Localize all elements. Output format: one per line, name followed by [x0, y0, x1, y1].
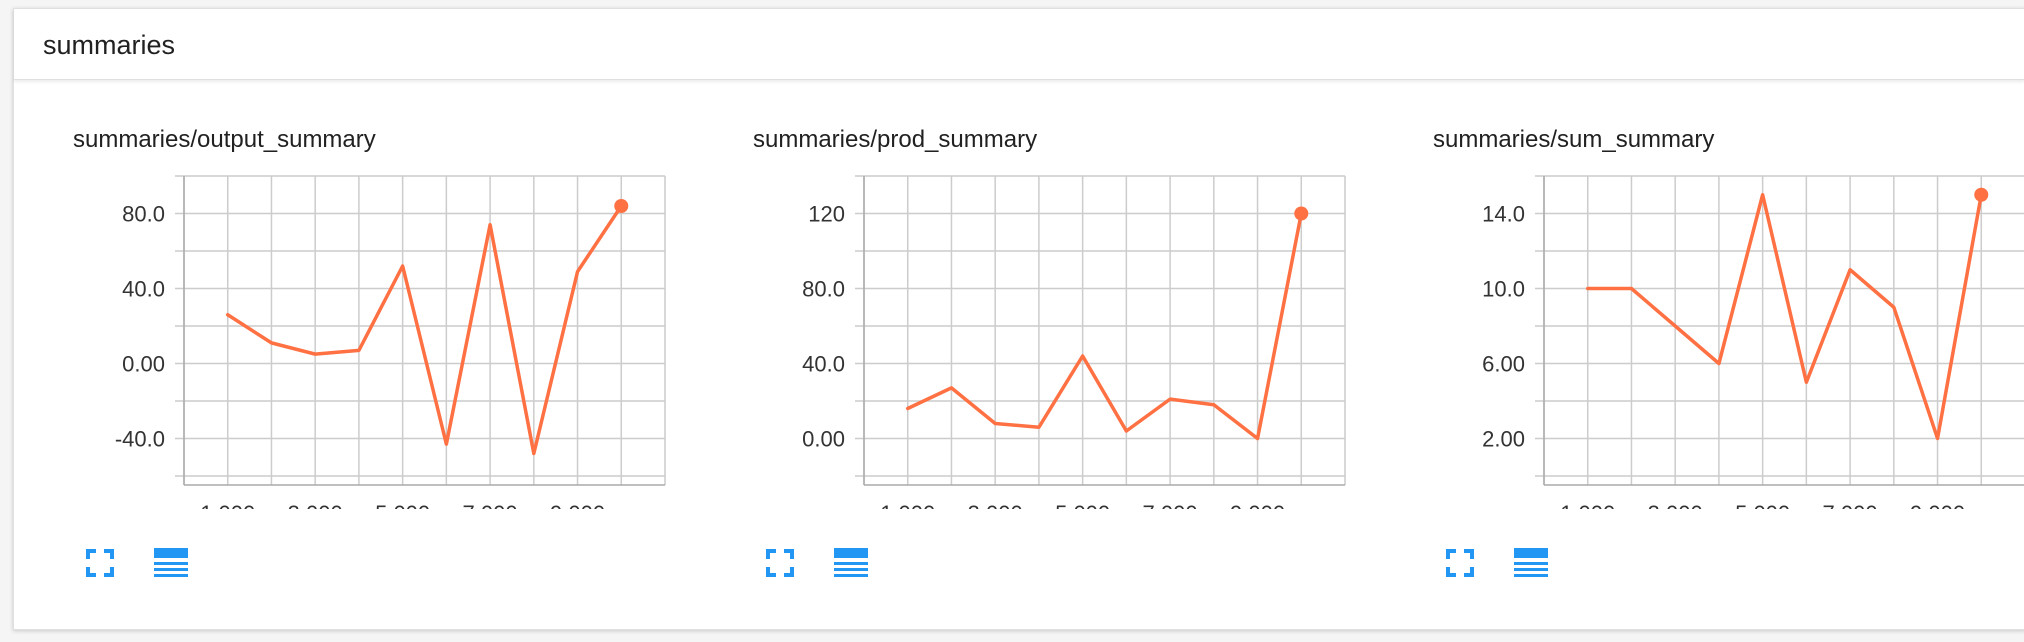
- y-tick-label: 120: [808, 202, 845, 227]
- table-row-line: [154, 562, 188, 565]
- table-header-bar: [834, 548, 868, 558]
- y-tick-label: 14.0: [1482, 202, 1525, 227]
- y-tick-label: 2.00: [1482, 427, 1525, 452]
- y-tick-label: 40.0: [122, 277, 165, 302]
- data-table-icon[interactable]: [1512, 548, 1550, 580]
- chart-title: summaries/output_summary: [73, 126, 376, 153]
- last-point-marker: [614, 199, 629, 213]
- x-tick-label: 9.000: [1230, 501, 1285, 509]
- table-row-line: [154, 574, 188, 577]
- chart-card-sum: summaries/sum_summary 2.00 6.00 10.0 14.0 1.…: [1433, 109, 2024, 599]
- x-tick-label: 3.000: [1648, 501, 1703, 509]
- chart-title: summaries/prod_summary: [753, 126, 1038, 153]
- y-tick-label: 80.0: [802, 277, 845, 302]
- y-tick-label: 6.00: [1482, 352, 1525, 377]
- y-tick-label: -40.0: [115, 427, 165, 452]
- y-tick-label: 40.0: [802, 352, 845, 377]
- series-line: [1585, 193, 1984, 441]
- panel-title: summaries: [43, 30, 176, 60]
- fullscreen-corners: [1446, 549, 1474, 577]
- fullscreen-icon[interactable]: [85, 548, 115, 578]
- y-tick-label: 80.0: [122, 202, 165, 227]
- x-tick-label: 7.000: [463, 501, 518, 509]
- chart-card-output: summaries/output_summary -40.0 0.00 40.0 80…: [73, 109, 713, 599]
- panel-header[interactable]: summaries: [14, 9, 2024, 80]
- data-table-icon[interactable]: [152, 548, 190, 580]
- summaries-panel: summaries summaries/output_summary -40.0…: [13, 8, 2024, 630]
- x-tick-label: 5.000: [1055, 501, 1110, 509]
- table-row-line: [154, 568, 188, 571]
- y-tick-label: 10.0: [1482, 277, 1525, 302]
- series-line: [225, 204, 624, 456]
- x-tick-label: 1.000: [1560, 501, 1615, 509]
- table-row-line: [1514, 568, 1548, 571]
- fullscreen-corners: [766, 549, 794, 577]
- data-table-icon[interactable]: [832, 548, 870, 580]
- x-tick-label: 3.000: [288, 501, 343, 509]
- x-tick-label: 1.000: [200, 501, 255, 509]
- x-tick-label: 5.000: [1735, 501, 1790, 509]
- line-chart-output: -40.0 0.00 40.0 80.0 1.000 3.000 5.000 7.000 9.0…: [115, 175, 666, 509]
- fullscreen-corners: [86, 549, 114, 577]
- last-point-marker: [1294, 206, 1309, 221]
- line-chart-prod: 0.00 40.0 80.0 120 1.000 3.000 5.000 7.000 9.000: [802, 175, 1346, 509]
- table-header-bar: [1514, 548, 1548, 558]
- table-row-line: [834, 568, 868, 571]
- last-point-marker: [1974, 187, 1989, 202]
- table-row-line: [1514, 574, 1548, 577]
- x-tick-label: 7.000: [1143, 501, 1198, 509]
- y-tick-label: 0.00: [802, 427, 845, 452]
- x-tick-label: 9.000: [550, 501, 605, 509]
- fullscreen-icon[interactable]: [765, 548, 795, 578]
- x-tick-label: 7.000: [1823, 501, 1878, 509]
- line-chart-sum: 2.00 6.00 10.0 14.0 1.000 3.000 5.000 7.000 9.00…: [1482, 175, 2024, 509]
- table-row-line: [834, 562, 868, 565]
- chart-card-prod: summaries/prod_summary 0.00 40.0 80.0 120 1.…: [753, 109, 1393, 599]
- y-tick-label: 0.00: [122, 352, 165, 377]
- fullscreen-icon[interactable]: [1445, 548, 1475, 578]
- x-tick-label: 1.000: [880, 501, 935, 509]
- table-row-line: [1514, 562, 1548, 565]
- x-tick-label: 9.000: [1910, 501, 1965, 509]
- x-tick-label: 5.000: [375, 501, 430, 509]
- x-tick-label: 3.000: [968, 501, 1023, 509]
- table-header-bar: [154, 548, 188, 558]
- table-row-line: [834, 574, 868, 577]
- chart-title: summaries/sum_summary: [1433, 126, 1715, 153]
